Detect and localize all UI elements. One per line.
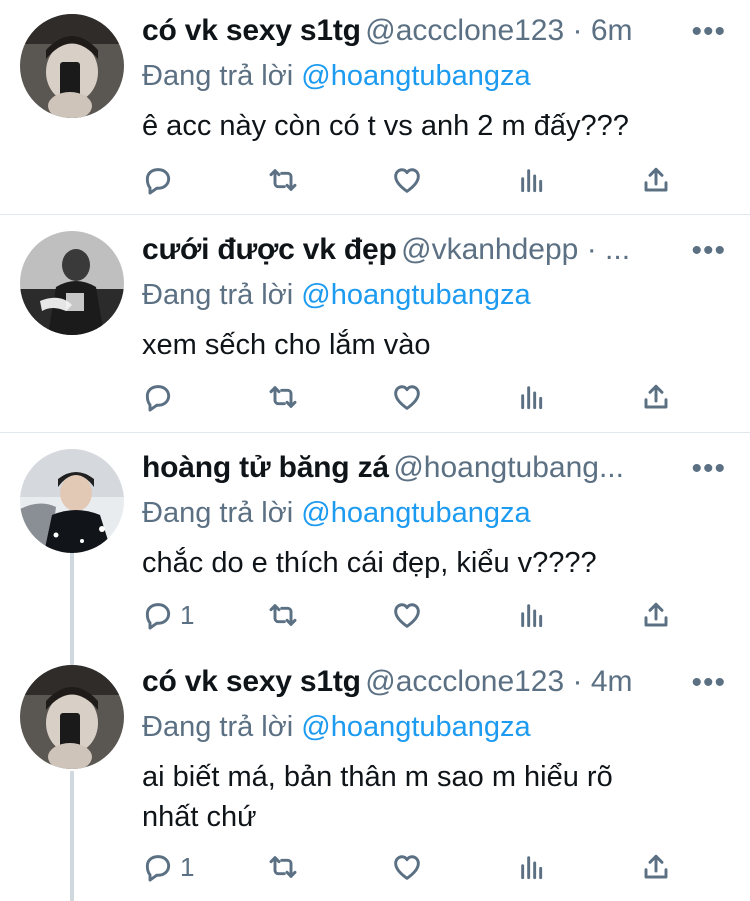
replying-to: Đang trả lời @hoangtubangza [142, 497, 726, 535]
share-button[interactable] [640, 381, 672, 413]
analytics-button[interactable] [516, 599, 576, 631]
username[interactable]: @vkanhdepp [401, 233, 578, 266]
thread-line [70, 771, 74, 901]
retweet-icon [267, 164, 299, 196]
analytics-icon [516, 599, 548, 631]
replying-to: Đang trả lời @hoangtubangza [142, 279, 726, 317]
mention-link[interactable]: @hoangtubangza [301, 60, 530, 92]
avatar[interactable] [20, 231, 124, 335]
analytics-button[interactable] [516, 381, 576, 413]
reply-count: 1 [180, 599, 195, 630]
action-bar [142, 379, 672, 415]
reply-icon [142, 164, 174, 196]
retweet-button[interactable] [267, 381, 327, 413]
retweet-icon [267, 599, 299, 631]
more-icon[interactable]: ••• [691, 14, 726, 50]
replying-to-label: Đang trả lời [142, 60, 302, 92]
tweet-text: ai biết má, bản thân m sao m hiểu rõ nhấ… [142, 761, 613, 833]
replying-to: Đang trả lời @hoangtubangza [142, 60, 726, 98]
username[interactable]: @accclone123 [365, 665, 564, 698]
tweet-text: chắc do e thích cái đẹp, kiểu v???? [142, 547, 597, 579]
share-button[interactable] [640, 599, 672, 631]
share-icon [640, 381, 672, 413]
like-button[interactable] [391, 851, 451, 883]
tweet[interactable]: cưới được vk đẹp @vkanhdepp · ... ••• Đa… [0, 215, 750, 433]
analytics-button[interactable] [516, 851, 576, 883]
like-button[interactable] [391, 381, 451, 413]
tweet-header: cưới được vk đẹp @vkanhdepp · ... ••• [142, 233, 726, 273]
analytics-icon [516, 381, 548, 413]
analytics-button[interactable] [516, 164, 576, 196]
avatar[interactable] [20, 665, 124, 769]
avatar[interactable] [20, 14, 124, 118]
username[interactable]: @hoangtubang... [393, 451, 624, 484]
separator: · [578, 233, 606, 266]
more-icon[interactable]: ••• [691, 233, 726, 269]
timestamp[interactable]: 6m [591, 14, 633, 47]
reply-count: 1 [180, 851, 195, 882]
tweet-header: có vk sexy s1tg @accclone123 · 6m ••• [142, 14, 726, 54]
username[interactable]: @accclone123 [365, 14, 564, 47]
tweet[interactable]: có vk sexy s1tg @accclone123 · 6m ••• Đa… [0, 0, 750, 215]
replying-to-label: Đang trả lời [142, 711, 302, 743]
reply-icon [142, 599, 174, 631]
display-name[interactable]: có vk sexy s1tg [142, 14, 361, 47]
action-bar [142, 162, 672, 198]
reply-button[interactable]: 1 [142, 851, 202, 883]
like-icon [391, 381, 423, 413]
analytics-icon [516, 851, 548, 883]
reply-icon [142, 381, 174, 413]
like-icon [391, 164, 423, 196]
retweet-icon [267, 381, 299, 413]
action-bar: 1 [142, 849, 672, 885]
tweet-text: ê acc này còn có t vs anh 2 m đấy??? [142, 110, 629, 142]
separator: · [564, 14, 591, 47]
retweet-icon [267, 851, 299, 883]
tweet-header: hoàng tử băng zá @hoangtubang... ••• [142, 451, 726, 491]
retweet-button[interactable] [267, 851, 327, 883]
share-icon [640, 851, 672, 883]
share-icon [640, 599, 672, 631]
display-name[interactable]: cưới được vk đẹp [142, 233, 397, 266]
mention-link[interactable]: @hoangtubangza [301, 279, 530, 311]
like-button[interactable] [391, 599, 451, 631]
analytics-icon [516, 164, 548, 196]
reply-icon [142, 851, 174, 883]
retweet-button[interactable] [267, 164, 327, 196]
tweet[interactable]: hoàng tử băng zá @hoangtubang... ••• Đan… [0, 433, 750, 651]
separator: · [564, 665, 591, 698]
replying-to-label: Đang trả lời [142, 497, 302, 529]
mention-link[interactable]: @hoangtubangza [301, 711, 530, 743]
share-button[interactable] [640, 851, 672, 883]
action-bar: 1 [142, 597, 672, 633]
reply-button[interactable] [142, 164, 202, 196]
display-name[interactable]: có vk sexy s1tg [142, 665, 361, 698]
like-icon [391, 851, 423, 883]
tweet[interactable]: có vk sexy s1tg @accclone123 · 4m ••• Đa… [0, 651, 750, 901]
timestamp[interactable]: ... [605, 233, 630, 266]
retweet-button[interactable] [267, 599, 327, 631]
timestamp[interactable]: 4m [591, 665, 633, 698]
avatar[interactable] [20, 449, 124, 553]
like-icon [391, 599, 423, 631]
thread-line [70, 553, 74, 651]
tweet-text: xem sếch cho lắm vào [142, 329, 431, 361]
tweet-header: có vk sexy s1tg @accclone123 · 4m ••• [142, 665, 726, 705]
mention-link[interactable]: @hoangtubangza [301, 497, 530, 529]
display-name[interactable]: hoàng tử băng zá [142, 451, 389, 484]
reply-button[interactable] [142, 381, 202, 413]
replying-to-label: Đang trả lời [142, 279, 302, 311]
replying-to: Đang trả lời @hoangtubangza [142, 711, 726, 749]
more-icon[interactable]: ••• [691, 451, 726, 487]
share-icon [640, 164, 672, 196]
reply-button[interactable]: 1 [142, 599, 202, 631]
more-icon[interactable]: ••• [691, 665, 726, 701]
share-button[interactable] [640, 164, 672, 196]
like-button[interactable] [391, 164, 451, 196]
thread-line [70, 651, 74, 665]
